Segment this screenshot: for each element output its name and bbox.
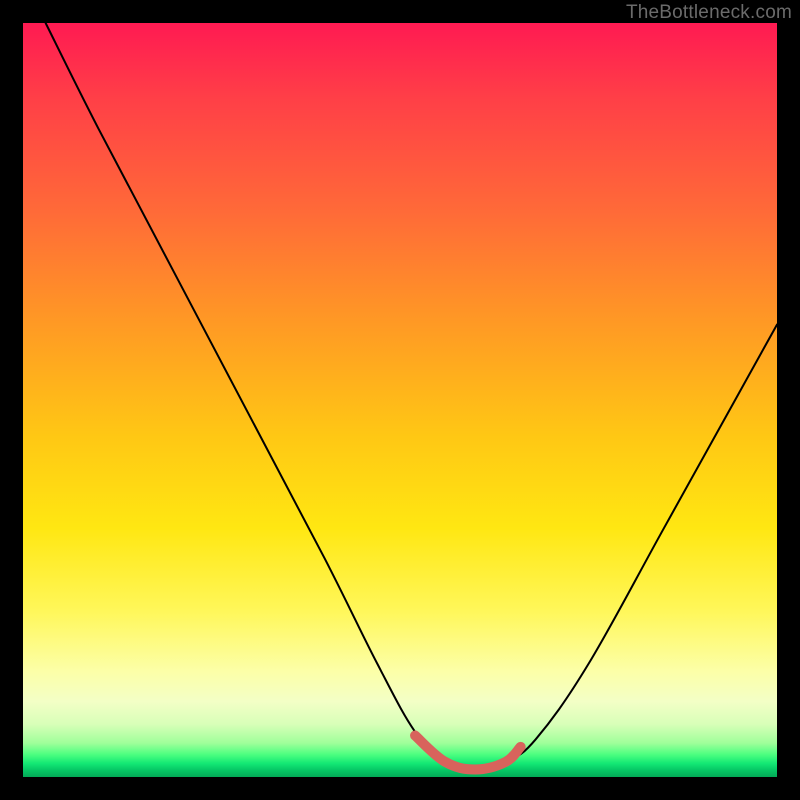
watermark-text: TheBottleneck.com	[626, 2, 792, 24]
chart-frame: TheBottleneck.com	[0, 0, 800, 800]
plot-area	[23, 23, 777, 777]
bottleneck-curve	[46, 23, 777, 769]
optimal-range-highlight	[415, 736, 521, 770]
chart-svg	[23, 23, 777, 777]
